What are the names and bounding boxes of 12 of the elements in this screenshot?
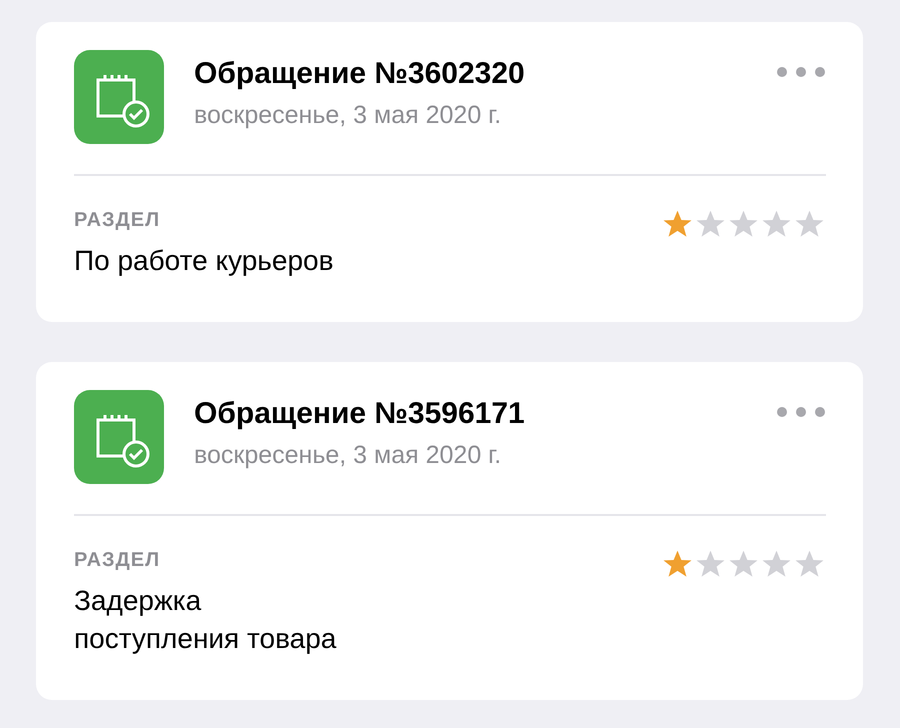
section-label: РАЗДЕЛ [74, 548, 160, 572]
section-label: РАЗДЕЛ [74, 208, 160, 232]
notepad-check-icon [74, 50, 164, 144]
ticket-title: Обращение №3602320 [194, 56, 526, 92]
ticket-title: Обращение №3596171 [194, 396, 526, 432]
more-icon[interactable] [776, 66, 826, 78]
section-value: По работе курьеров [74, 244, 334, 278]
notepad-check-icon [74, 390, 164, 484]
ticket-date: воскресенье, 3 мая 2020 г. [194, 440, 502, 471]
section-value: Задержка поступления товара [74, 584, 336, 656]
ticket-date: воскресенье, 3 мая 2020 г. [194, 100, 502, 131]
more-icon[interactable] [776, 406, 826, 418]
